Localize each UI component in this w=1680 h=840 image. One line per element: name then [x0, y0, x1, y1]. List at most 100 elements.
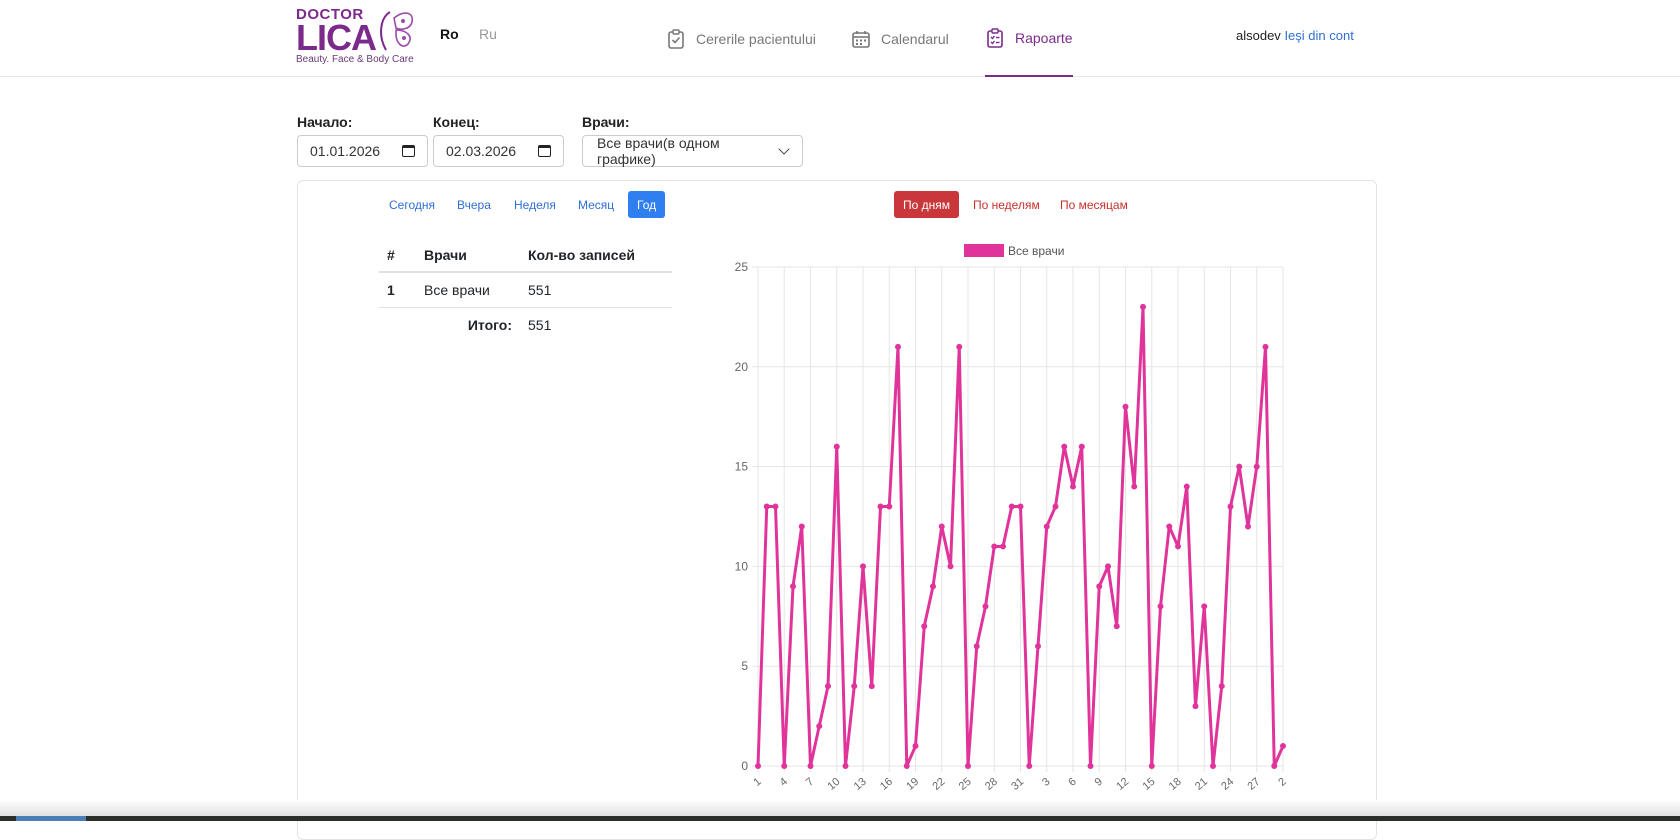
- brand-logo[interactable]: DOCTOR LICA Beauty. Face & Body Care: [296, 6, 420, 66]
- x-tick-label: 1: [751, 776, 763, 789]
- x-tick-label: 21: [1193, 776, 1210, 793]
- calendar-picker-icon[interactable]: [538, 145, 551, 157]
- data-point: [1078, 443, 1085, 450]
- calendar-picker-icon[interactable]: [402, 145, 415, 157]
- data-point: [1035, 643, 1041, 650]
- data-point: [1175, 543, 1181, 550]
- butterfly-face-icon: [380, 11, 414, 51]
- y-tick-label: 15: [735, 460, 749, 474]
- nav-calendar[interactable]: Calendarul: [851, 0, 949, 77]
- y-tick-label: 10: [735, 559, 749, 573]
- x-tick-label: 6: [1066, 776, 1078, 789]
- start-date-label: Начало:: [297, 114, 353, 130]
- data-point: [860, 563, 866, 570]
- x-tick-label: 13: [852, 776, 869, 793]
- data-point: [1087, 763, 1094, 769]
- nav-label: Cererile pacientului: [696, 30, 816, 47]
- data-point: [1000, 543, 1006, 550]
- data-point: [833, 443, 840, 450]
- data-point: [1113, 623, 1120, 630]
- period-yesterday-button[interactable]: Вчера: [448, 191, 500, 218]
- x-tick-label: 16: [878, 776, 895, 793]
- x-tick-label: 22: [930, 776, 947, 793]
- data-point: [772, 503, 779, 510]
- nav-reports[interactable]: Rapoarte: [985, 0, 1073, 77]
- data-point: [1017, 503, 1024, 510]
- data-point: [1253, 463, 1260, 470]
- logo-tagline: Beauty. Face & Body Care: [296, 54, 414, 65]
- period-week-button[interactable]: Неделя: [505, 191, 565, 218]
- data-point: [886, 503, 893, 510]
- logout-link[interactable]: Ieşi din cont: [1284, 28, 1353, 43]
- table-header-row: # Врачи Кол-во записей: [379, 240, 672, 273]
- group-by-month-button[interactable]: По месяцам: [1051, 191, 1137, 218]
- data-point: [781, 763, 788, 769]
- lang-ro[interactable]: Ro: [440, 26, 459, 42]
- data-point: [842, 763, 849, 769]
- table-row: 1 Все врачи 551: [379, 272, 672, 308]
- data-point: [1122, 403, 1129, 410]
- col-num: #: [379, 240, 416, 273]
- data-point: [1131, 483, 1138, 490]
- data-point: [1148, 763, 1155, 769]
- desktop-strip: [0, 816, 1680, 821]
- end-date-label: Конец:: [433, 114, 480, 130]
- total-label: Итого:: [467, 317, 512, 333]
- data-point: [1201, 603, 1208, 610]
- data-point: [991, 543, 998, 550]
- period-year-button[interactable]: Год: [628, 191, 666, 218]
- data-point: [1096, 583, 1103, 590]
- data-point: [1227, 503, 1234, 510]
- col-count: Кол-во записей: [520, 240, 672, 273]
- start-date-input[interactable]: 01.01.2026: [297, 135, 428, 167]
- row-count: 551: [520, 272, 672, 308]
- x-tick-label: 24: [1219, 776, 1236, 793]
- data-point: [1280, 743, 1286, 750]
- lang-ru[interactable]: Ru: [479, 26, 497, 42]
- data-point: [1157, 603, 1164, 610]
- x-tick-label: 18: [1167, 776, 1184, 793]
- group-by-week-button[interactable]: По неделям: [964, 191, 1049, 218]
- data-point: [1262, 343, 1269, 350]
- x-tick-label: 12: [1114, 776, 1131, 793]
- x-tick-label: 2: [1276, 776, 1288, 789]
- data-point: [973, 643, 980, 650]
- taskbar-item: [16, 816, 86, 821]
- x-tick-label: 7: [804, 776, 816, 789]
- doctors-select[interactable]: Все врачи(в одном графике): [582, 135, 803, 167]
- data-point: [1245, 523, 1251, 530]
- period-today-button[interactable]: Сегодня: [380, 191, 444, 218]
- data-point: [982, 603, 989, 610]
- data-point: [816, 723, 823, 730]
- nav-label: Rapoarte: [1015, 29, 1073, 46]
- y-tick-label: 5: [741, 659, 748, 673]
- end-date-input[interactable]: 02.03.2026: [433, 135, 564, 167]
- y-tick-label: 20: [735, 360, 749, 374]
- end-date-value: 02.03.2026: [446, 143, 517, 159]
- data-point: [798, 523, 805, 530]
- data-point: [1271, 763, 1278, 769]
- x-tick-label: 10: [825, 776, 842, 793]
- data-point: [921, 623, 928, 630]
- legend-swatch: [964, 244, 1004, 257]
- legend-label: Все врачи: [1008, 244, 1064, 258]
- nav-label: Calendarul: [881, 30, 949, 47]
- group-by-day-button[interactable]: По дням: [894, 191, 960, 218]
- doctors-stats-table: # Врачи Кол-во записей 1 Все врачи 551 И…: [379, 240, 672, 342]
- total-value: 551: [528, 317, 552, 333]
- data-point: [807, 763, 814, 769]
- x-tick-label: 27: [1245, 776, 1262, 793]
- data-point: [1105, 563, 1111, 570]
- data-point: [1052, 503, 1059, 510]
- x-tick-label: 4: [778, 776, 790, 789]
- data-point: [1166, 523, 1173, 530]
- data-point: [1218, 683, 1225, 690]
- nav-patient-requests[interactable]: Cererile pacientului: [666, 0, 816, 77]
- data-point: [1043, 523, 1050, 530]
- period-month-button[interactable]: Месяц: [569, 191, 623, 218]
- table-total-row: Итого: 551: [379, 308, 672, 343]
- row-num: 1: [379, 272, 416, 308]
- data-point: [1026, 763, 1033, 769]
- data-point: [1070, 483, 1076, 490]
- username: alsodev: [1236, 28, 1281, 43]
